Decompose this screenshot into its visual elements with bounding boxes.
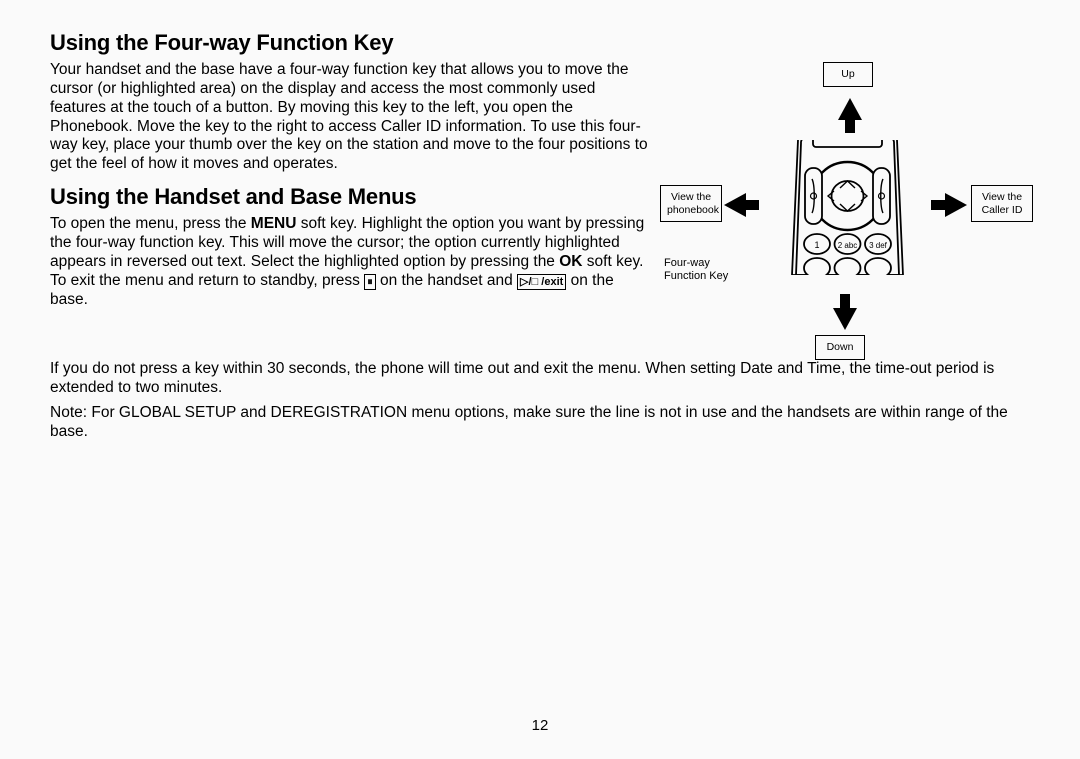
paragraph-note: Note: For GLOBAL SETUP and DEREGISTRATIO…	[50, 404, 1030, 442]
svg-text:2 abc: 2 abc	[838, 241, 858, 250]
figure-label-right: View the Caller ID	[971, 185, 1033, 222]
arrow-down-icon	[833, 308, 857, 330]
figure-label-left: View the phonebook	[660, 185, 722, 222]
four-way-key-figure: Up View the phonebook View the Caller ID…	[660, 60, 1030, 360]
handset-illustration: 1 2 abc 3 def	[765, 140, 930, 275]
svg-text:1: 1	[814, 240, 819, 250]
page-number: 12	[0, 717, 1080, 735]
arrow-right-icon	[945, 193, 967, 217]
arrow-up-icon	[838, 98, 862, 120]
heading-four-way-key: Using the Four-way Function Key	[50, 30, 1030, 57]
ok-key-label: OK	[559, 253, 582, 270]
play-stop-exit-icon: ▷/□ /exit	[517, 274, 566, 290]
end-key-icon: ⏸	[364, 274, 376, 290]
svg-text:3 def: 3 def	[869, 241, 888, 250]
figure-label-down: Down	[815, 335, 865, 360]
menu-key-label: MENU	[251, 215, 297, 232]
arrow-left-icon	[724, 193, 746, 217]
figure-caption: Four-way Function Key	[664, 257, 728, 282]
figure-label-up: Up	[823, 62, 873, 87]
paragraph-timeout: If you do not press a key within 30 seco…	[50, 360, 1030, 398]
